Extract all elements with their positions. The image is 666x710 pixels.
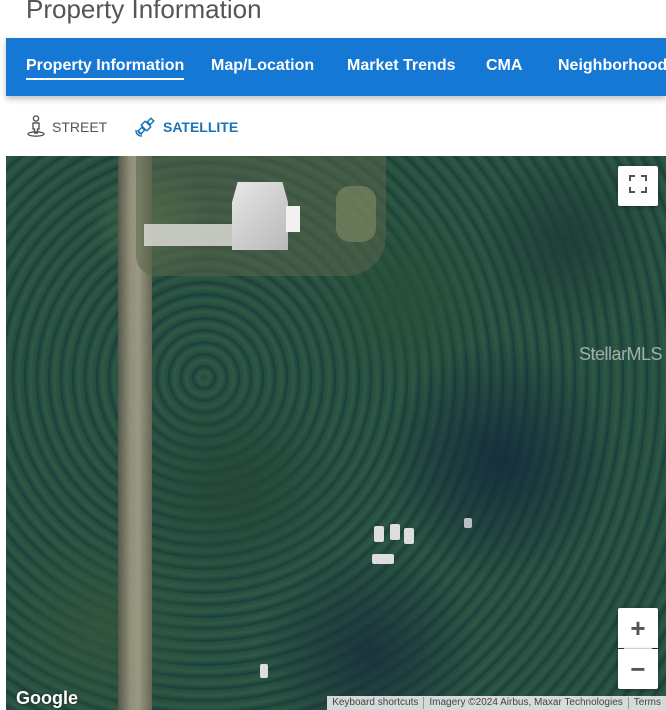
map-house-roof [232,182,288,250]
map-house-side [286,206,300,232]
tab-map-location[interactable]: Map/Location [211,57,314,75]
keyboard-shortcuts-link[interactable]: Keyboard shortcuts [327,697,423,709]
tab-property-information[interactable]: Property Information [26,57,185,80]
map-vehicle [464,518,472,528]
zoom-in-icon: + [630,613,646,643]
street-view-button[interactable]: STREET [26,114,108,140]
fullscreen-button[interactable] [618,166,658,206]
street-view-icon [26,114,46,140]
map-vehicle [404,528,414,544]
fullscreen-icon [629,174,647,198]
satellite-map[interactable]: StellarMLS + − Google Keyboard shortcuts… [6,156,666,710]
map-vehicle [390,524,400,540]
terms-link[interactable]: Terms [627,697,666,709]
satellite-view-button[interactable]: SATELLITE [135,116,238,138]
zoom-out-icon: − [630,654,646,684]
imagery-credit: Imagery ©2024 Airbus, Maxar Technologies [423,697,627,709]
page-title: Property Information [26,0,262,24]
stellarmls-watermark: StellarMLS [578,344,663,364]
street-view-label: STREET [52,119,108,135]
zoom-out-button[interactable]: − [618,649,658,689]
map-yard [336,186,376,242]
tab-neighborhood[interactable]: Neighborhood [558,57,666,75]
zoom-in-button[interactable]: + [618,608,658,648]
map-vehicle [374,526,384,542]
map-house-wing [144,224,234,246]
tab-market-trends[interactable]: Market Trends [347,57,455,75]
property-tab-bar: Property Information Map/Location Market… [6,38,666,96]
map-vehicle [260,664,268,678]
tab-cma[interactable]: CMA [486,57,522,75]
satellite-icon [135,115,157,140]
google-logo: Google [16,688,78,708]
satellite-view-label: SATELLITE [163,119,239,135]
map-vehicle [372,554,394,564]
map-attribution: Keyboard shortcuts Imagery ©2024 Airbus,… [327,696,666,710]
